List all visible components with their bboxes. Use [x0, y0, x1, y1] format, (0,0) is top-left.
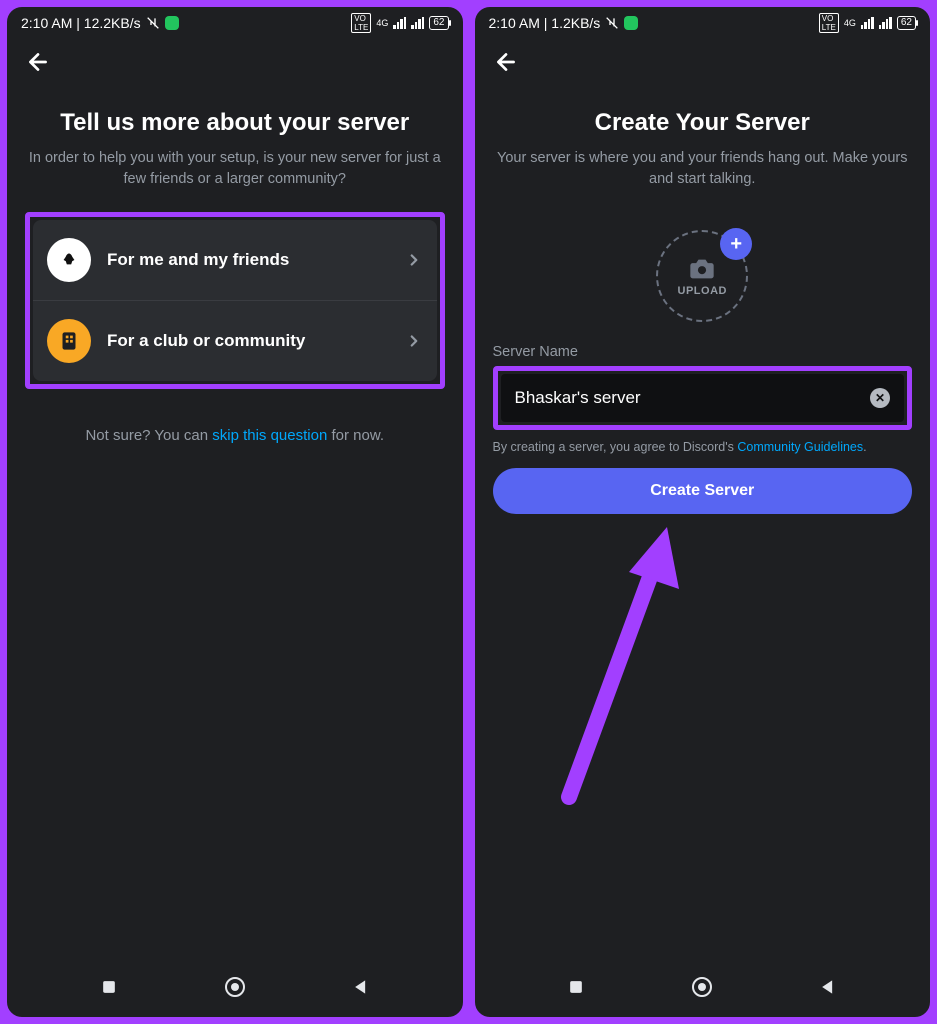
- status-time-net: 2:10 AM | 1.2KB/s: [489, 15, 601, 31]
- battery-icon: 62: [429, 16, 448, 30]
- nav-recent-icon[interactable]: [566, 977, 586, 997]
- nav-back-icon[interactable]: [351, 977, 371, 997]
- network-4g-icon: 4G: [844, 19, 856, 28]
- nav-home-icon[interactable]: [223, 975, 247, 999]
- page-subtitle: Your server is where you and your friend…: [493, 148, 913, 190]
- page-title: Create Your Server: [493, 108, 913, 138]
- upload-avatar-button[interactable]: UPLOAD +: [656, 230, 748, 322]
- nav-home-icon[interactable]: [690, 975, 714, 999]
- status-bar: 2:10 AM | 1.2KB/s VOLTE 4G 62: [475, 7, 931, 35]
- status-bar: 2:10 AM | 12.2KB/s VOLTE 4G 62: [7, 7, 463, 35]
- nav-recent-icon[interactable]: [99, 977, 119, 997]
- option-label: For a club or community: [107, 331, 389, 351]
- status-time-net: 2:10 AM | 12.2KB/s: [21, 15, 141, 31]
- page-subtitle: In order to help you with your setup, is…: [25, 148, 445, 190]
- app-indicator-icon: [165, 16, 179, 30]
- option-for-community[interactable]: For a club or community: [33, 300, 437, 381]
- clear-input-icon[interactable]: ✕: [870, 388, 890, 408]
- option-for-friends[interactable]: For me and my friends: [33, 220, 437, 300]
- agree-text: By creating a server, you agree to Disco…: [493, 440, 913, 454]
- signal-icon: [861, 17, 874, 29]
- back-arrow-icon[interactable]: [25, 49, 51, 75]
- server-name-input-wrap: ✕: [501, 374, 905, 422]
- battery-icon: 62: [897, 16, 916, 30]
- camera-icon: [688, 255, 716, 283]
- chevron-right-icon: [405, 332, 423, 350]
- app-indicator-icon: [624, 16, 638, 30]
- highlight-box: ✕: [493, 366, 913, 430]
- phone-left: 2:10 AM | 12.2KB/s VOLTE 4G 62 Tell us m…: [4, 4, 466, 1020]
- android-nav-bar: [475, 961, 931, 1017]
- nav-back-icon[interactable]: [818, 977, 838, 997]
- community-icon: [47, 319, 91, 363]
- upload-label: UPLOAD: [678, 285, 727, 297]
- volte-icon: VOLTE: [819, 13, 839, 33]
- skip-question-link[interactable]: skip this question: [212, 427, 327, 444]
- volte-icon: VOLTE: [351, 13, 371, 33]
- option-label: For me and my friends: [107, 250, 389, 270]
- vibrate-off-icon: [145, 15, 161, 31]
- friends-icon: [47, 238, 91, 282]
- signal-icon-2: [411, 17, 424, 29]
- server-name-label: Server Name: [493, 344, 913, 360]
- signal-icon-2: [879, 17, 892, 29]
- signal-icon: [393, 17, 406, 29]
- highlight-box: For me and my friends For a club or comm…: [25, 212, 445, 389]
- create-server-button[interactable]: Create Server: [493, 468, 913, 514]
- community-guidelines-link[interactable]: Community Guidelines: [737, 440, 863, 454]
- page-title: Tell us more about your server: [25, 108, 445, 138]
- vibrate-off-icon: [604, 15, 620, 31]
- chevron-right-icon: [405, 251, 423, 269]
- plus-icon: +: [720, 228, 752, 260]
- android-nav-bar: [7, 961, 463, 1017]
- back-arrow-icon[interactable]: [493, 49, 519, 75]
- network-4g-icon: 4G: [376, 19, 388, 28]
- phone-right: 2:10 AM | 1.2KB/s VOLTE 4G 62 Create You…: [472, 4, 934, 1020]
- server-name-input[interactable]: [515, 388, 871, 408]
- not-sure-text: Not sure? You can skip this question for…: [25, 427, 445, 444]
